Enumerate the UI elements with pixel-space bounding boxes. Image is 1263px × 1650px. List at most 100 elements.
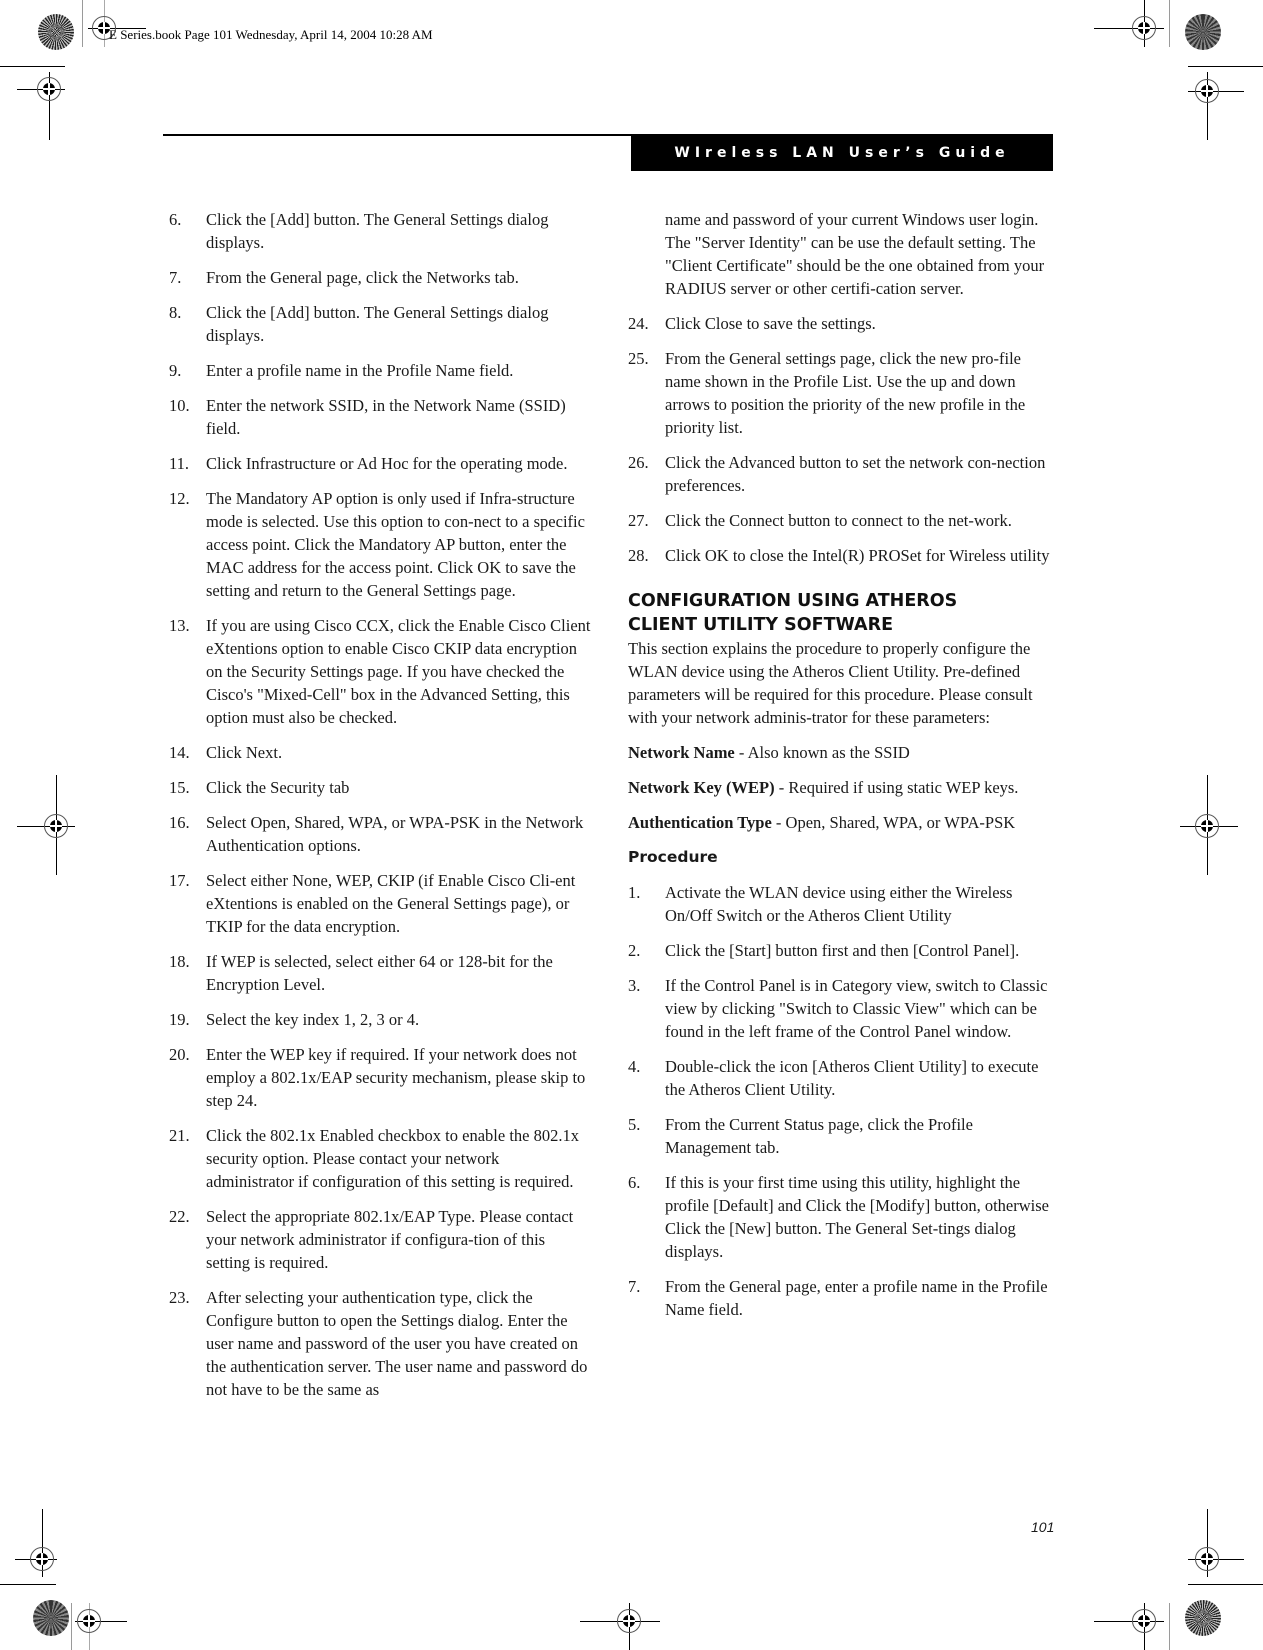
step-text: Click the [Start] button first and then …	[665, 941, 1020, 960]
step-text: Click Close to save the settings.	[665, 314, 876, 333]
step-text: Select the key index 1, 2, 3 or 4.	[206, 1010, 420, 1029]
parameter-item: Authentication Type - Open, Shared, WPA,…	[628, 811, 1056, 834]
step-text: From the General page, enter a profile n…	[665, 1277, 1048, 1319]
step-number: 6.	[628, 1173, 641, 1192]
step-text: The Mandatory AP option is only used if …	[206, 489, 585, 600]
registration-wheel-top-left	[38, 14, 74, 50]
crosshair-icon	[616, 1608, 642, 1634]
step-number: 6.	[169, 210, 182, 229]
step-number: 7.	[628, 1277, 641, 1296]
crosshair-icon	[1131, 1608, 1157, 1634]
left-column: 6. Click the [Add] button. The General Se…	[169, 208, 591, 1413]
step-number: 3.	[628, 976, 641, 995]
step-text: Select either None, WEP, CKIP (if Enable…	[206, 871, 576, 936]
step-number: 2.	[628, 941, 641, 960]
list-item: 19. Select the key index 1, 2, 3 or 4.	[169, 1008, 591, 1031]
step-text: Double-click the icon [Atheros Client Ut…	[665, 1057, 1039, 1099]
list-item: 15. Click the Security tab	[169, 776, 591, 799]
step-number: 15.	[169, 778, 190, 797]
list-item: 4. Double-click the icon [Atheros Client …	[628, 1055, 1056, 1101]
step-number: 13.	[169, 616, 190, 635]
procedure-heading: Procedure	[628, 848, 718, 866]
list-item: 9. Enter a profile name in the Profile Na…	[169, 359, 591, 382]
trim-line	[1188, 66, 1263, 67]
list-item: 14. Click Next.	[169, 741, 591, 764]
step-text: Select the appropriate 802.1x/EAP Type. …	[206, 1207, 574, 1272]
list-item: 16. Select Open, Shared, WPA, or WPA-PSK …	[169, 811, 591, 857]
list-item: 18. If WEP is selected, select either 64 …	[169, 950, 591, 996]
step-number: 18.	[169, 952, 190, 971]
list-item: 1. Activate the WLAN device using either …	[628, 881, 1056, 927]
step-number: 25.	[628, 349, 649, 368]
running-header: WIreless LAN User’s Guide	[631, 134, 1053, 171]
trim-line	[0, 66, 65, 67]
step-number: 22.	[169, 1207, 190, 1226]
step-text: Click the [Add] button. The General Sett…	[206, 303, 549, 345]
list-item: 20. Enter the WEP key if required. If you…	[169, 1043, 591, 1112]
parameter-item: Network Key (WEP) - Required if using st…	[628, 776, 1056, 799]
list-item: 24. Click Close to save the settings.	[628, 312, 1056, 335]
step-text: If WEP is selected, select either 64 or …	[206, 952, 553, 994]
step-text: Enter the network SSID, in the Network N…	[206, 396, 566, 438]
step-number: 10.	[169, 396, 190, 415]
list-item: 27. Click the Connect button to connect t…	[628, 509, 1056, 532]
step-text: Enter the WEP key if required. If your n…	[206, 1045, 586, 1110]
step-number: 7.	[169, 268, 182, 287]
list-item: 23. After selecting your authentication t…	[169, 1286, 591, 1401]
parameter-item: Network Name - Also known as the SSID	[628, 741, 1056, 764]
list-item: 5. From the Current Status page, click th…	[628, 1113, 1056, 1159]
parameter-description: - Also known as the SSID	[734, 743, 910, 762]
step-text: Click OK to close the Intel(R) PROSet fo…	[665, 546, 1050, 565]
step-number: 11.	[169, 454, 190, 473]
list-item: 7. From the General page, click the Netwo…	[169, 266, 591, 289]
parameter-label: Network Name	[628, 743, 735, 762]
step-text: If the Control Panel is in Category view…	[665, 976, 1048, 1041]
step-number: 23.	[169, 1288, 190, 1307]
list-item: 12. The Mandatory AP option is only used …	[169, 487, 591, 602]
list-item: 7. From the General page, enter a profile…	[628, 1275, 1056, 1321]
crosshair-icon	[43, 813, 69, 839]
list-item: 2. Click the [Start] button first and the…	[628, 939, 1056, 962]
step-number: 21.	[169, 1126, 190, 1145]
parameter-label: Network Key (WEP)	[628, 778, 775, 797]
running-header-title: WIreless LAN User’s Guide	[674, 144, 1010, 161]
list-item: 10. Enter the network SSID, in the Networ…	[169, 394, 591, 440]
step-number: 9.	[169, 361, 182, 380]
registration-wheel-bottom-left	[33, 1600, 69, 1636]
print-slug: E Series.book Page 101 Wednesday, April …	[109, 27, 433, 42]
list-item: 22. Select the appropriate 802.1x/EAP Typ…	[169, 1205, 591, 1274]
crosshair-icon	[76, 1608, 102, 1634]
registration-wheel-top-right	[1185, 14, 1221, 50]
list-item: 21. Click the 802.1x Enabled checkbox to …	[169, 1124, 591, 1193]
crosshair-icon	[1131, 15, 1157, 41]
trim-line	[1188, 1584, 1263, 1585]
step-text: Click the Advanced button to set the net…	[665, 453, 1046, 495]
step-number: 1.	[628, 883, 641, 902]
list-item: 17. Select either None, WEP, CKIP (if Ena…	[169, 869, 591, 938]
step-text: If this is your first time using this ut…	[665, 1173, 1049, 1261]
crosshair-icon	[36, 76, 62, 102]
list-item: 3. If the Control Panel is in Category vi…	[628, 974, 1056, 1043]
list-item: 26. Click the Advanced button to set the …	[628, 451, 1056, 497]
procedure-list: 1. Activate the WLAN device using either …	[628, 881, 1056, 1321]
step-text: From the Current Status page, click the …	[665, 1115, 973, 1157]
section-title: CONFIGURATION USING ATHEROS CLIENT UTILI…	[628, 589, 1056, 637]
list-item: 13. If you are using Cisco CCX, click the…	[169, 614, 591, 729]
step-number: 17.	[169, 871, 190, 890]
step-number: 28.	[628, 546, 649, 565]
step-number: 14.	[169, 743, 190, 762]
step-text: If you are using Cisco CCX, click the En…	[206, 616, 591, 727]
step-text: From the General page, click the Network…	[206, 268, 519, 287]
step-number: 5.	[628, 1115, 641, 1134]
step-text: Activate the WLAN device using either th…	[665, 883, 1013, 925]
page-number: 101	[1031, 1519, 1055, 1535]
step-continuation: name and password of your current Window…	[665, 210, 1045, 298]
step-text: Click the [Add] button. The General Sett…	[206, 210, 549, 252]
step-text: Click the Connect button to connect to t…	[665, 511, 1012, 530]
parameter-description: - Open, Shared, WPA, or WPA-PSK	[771, 813, 1016, 832]
step-number: 19.	[169, 1010, 190, 1029]
step-number: 8.	[169, 303, 182, 322]
list-item: 8. Click the [Add] button. The General Se…	[169, 301, 591, 347]
parameter-list: Network Name - Also known as the SSID Net…	[628, 741, 1056, 834]
crosshair-icon	[29, 1546, 55, 1572]
